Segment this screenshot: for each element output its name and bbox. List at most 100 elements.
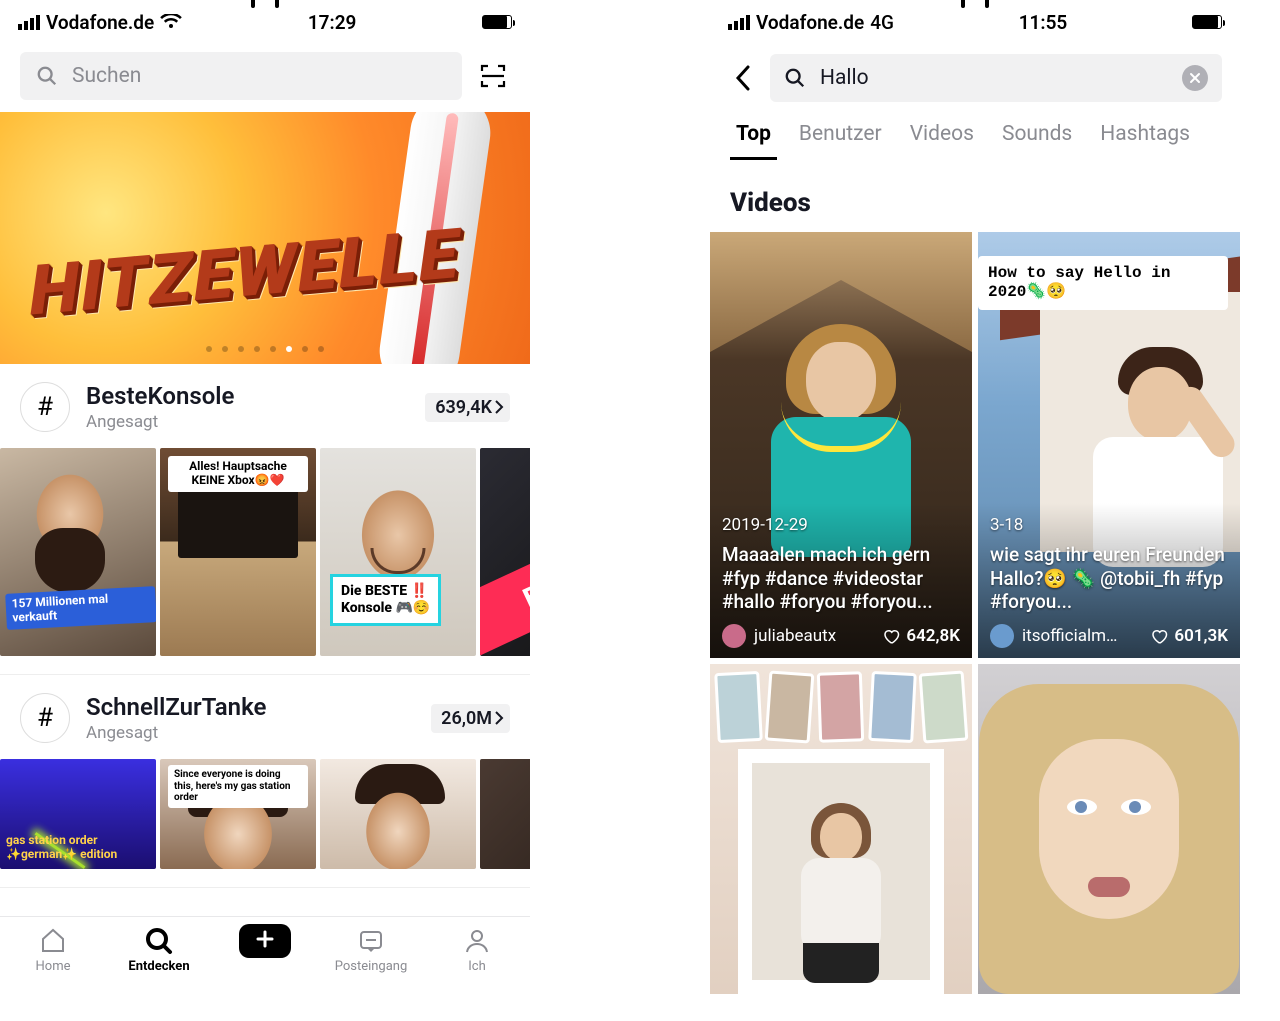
like-count: 601,3K: [1174, 626, 1228, 646]
hashtag-texts: SchnellZurTanke Angesagt: [86, 693, 415, 743]
search-row: Suchen: [0, 44, 530, 112]
video-date: 2019-12-29: [722, 515, 960, 535]
video-date: 3-18: [990, 515, 1228, 535]
back-button[interactable]: [728, 58, 758, 98]
thumb-caption: gas station order ✨german✨ edition: [6, 833, 156, 861]
search-input[interactable]: Hallo: [770, 54, 1222, 102]
nav-label: Entdecken: [128, 959, 189, 974]
video-thumb[interactable]: Since everyone is doing this, here's my …: [160, 759, 316, 869]
username: itsofficialm…: [1022, 626, 1117, 646]
username: juliabeautx: [754, 626, 836, 646]
status-left: Vodafone.de: [18, 11, 182, 34]
hashtag-count: 639,4K: [435, 397, 492, 418]
nav-discover[interactable]: Entdecken: [106, 927, 212, 974]
clock: 17:29: [308, 11, 357, 34]
phone-search: Vodafone.de 4G 11:55 Hallo Top Benutzer …: [710, 0, 1240, 1004]
notch-decor: [251, 0, 279, 8]
battery-icon: [482, 15, 512, 29]
clock: 11:55: [1019, 11, 1068, 34]
tab-sounds[interactable]: Sounds: [1002, 112, 1072, 160]
video-likes: 642,8K: [882, 626, 960, 646]
inbox-icon: [357, 927, 385, 955]
thumb-caption: Beste: [480, 515, 530, 656]
avatar: [990, 624, 1014, 648]
search-tabs: Top Benutzer Videos Sounds Hashtags: [710, 112, 1240, 160]
hashtag-thumbs: gas station order ✨german✨ edition Since…: [0, 743, 530, 887]
carrier-label: Vodafone.de: [756, 11, 864, 34]
phone-discover: Vodafone.de 17:29 Suchen HITZEWELLE: [0, 0, 530, 1004]
heart-icon: [882, 627, 900, 645]
nav-label: Ich: [468, 959, 486, 974]
video-caption: wie sagt ihr euren Freunden Hallo?🥺 🦠 @t…: [990, 543, 1228, 614]
hashtag-section: # BesteKonsole Angesagt 639,4K 157 Milli…: [0, 364, 530, 675]
profile-icon: [463, 927, 491, 955]
video-thumb[interactable]: 157 Millionen mal verkauft: [0, 448, 156, 656]
video-user[interactable]: juliabeautx: [722, 624, 836, 648]
nav-inbox[interactable]: Posteingang: [318, 927, 424, 974]
tab-top[interactable]: Top: [736, 112, 771, 160]
hero-banner[interactable]: HITZEWELLE: [0, 112, 530, 364]
section-title-videos: Videos: [710, 160, 1240, 232]
search-value: Hallo: [820, 66, 1168, 90]
avatar: [722, 624, 746, 648]
hashtag-header[interactable]: # BesteKonsole Angesagt 639,4K: [0, 382, 530, 432]
battery-icon: [1192, 15, 1222, 29]
video-thumb[interactable]: Alles! Hauptsache KEINE Xbox😡❤️: [160, 448, 316, 656]
video-overlay-text: How to say Hello in 2020🦠🥺: [978, 256, 1228, 310]
signal-icon: [18, 15, 40, 30]
hashtag-subtitle: Angesagt: [86, 723, 415, 743]
heart-icon: [1150, 627, 1168, 645]
video-user[interactable]: itsofficialm…: [990, 624, 1117, 648]
search-icon: [784, 67, 806, 89]
nav-create[interactable]: [212, 927, 318, 955]
hashtag-texts: BesteKonsole Angesagt: [86, 382, 409, 432]
nav-me[interactable]: Ich: [424, 927, 530, 974]
notch-decor: [961, 0, 989, 8]
video-thumb[interactable]: [320, 759, 476, 869]
thumb-caption: Since everyone is doing this, here's my …: [168, 765, 308, 808]
like-count: 642,8K: [906, 626, 960, 646]
home-icon: [39, 927, 67, 955]
video-card[interactable]: [978, 664, 1240, 994]
video-card[interactable]: How to say Hello in 2020🦠🥺 3-18 wie sagt…: [978, 232, 1240, 658]
hashtag-title: BesteKonsole: [86, 382, 409, 410]
nav-home[interactable]: Home: [0, 927, 106, 974]
hero-pagination: [206, 346, 324, 352]
tab-users[interactable]: Benutzer: [799, 112, 882, 160]
thumb-caption: Alles! Hauptsache KEINE Xbox😡❤️: [168, 456, 308, 492]
hashtag-count-button[interactable]: 639,4K: [425, 393, 510, 422]
hashtag-section: # SchnellZurTanke Angesagt 26,0M gas sta…: [0, 675, 530, 888]
hashtag-title: SchnellZurTanke: [86, 693, 415, 721]
hashtag-count-button[interactable]: 26,0M: [431, 704, 510, 733]
hashtag-count: 26,0M: [441, 708, 492, 729]
video-thumb[interactable]: gas station order ✨german✨ edition: [0, 759, 156, 869]
discover-scroll[interactable]: HITZEWELLE # BesteKonsole Angesagt 639,4…: [0, 112, 530, 1004]
video-card[interactable]: [710, 664, 972, 994]
tab-videos[interactable]: Videos: [910, 112, 974, 160]
carrier-label: Vodafone.de: [46, 11, 154, 34]
video-thumb[interactable]: Beste: [480, 448, 530, 656]
status-left: Vodafone.de 4G: [728, 11, 894, 34]
nav-label: Home: [36, 959, 71, 974]
nav-label: Posteingang: [335, 959, 408, 974]
thumb-caption: Die BESTE ‼️ Konsole 🎮☺️: [330, 574, 441, 626]
plus-icon: [239, 927, 291, 955]
video-likes: 601,3K: [1150, 626, 1228, 646]
hashtag-header[interactable]: # SchnellZurTanke Angesagt 26,0M: [0, 693, 530, 743]
tab-hashtags[interactable]: Hashtags: [1100, 112, 1190, 160]
network-label: 4G: [870, 11, 894, 34]
search-placeholder: Suchen: [72, 64, 141, 88]
qr-scan-button[interactable]: [476, 59, 510, 93]
search-input[interactable]: Suchen: [20, 52, 462, 100]
clear-search-button[interactable]: [1182, 65, 1208, 91]
signal-icon: [728, 15, 750, 30]
search-icon: [145, 927, 173, 955]
video-card[interactable]: 2019-12-29 Maaaalen mach ich gern #fyp #…: [710, 232, 972, 658]
wifi-icon: [160, 14, 182, 30]
video-thumb[interactable]: [480, 759, 530, 869]
bottom-nav: Home Entdecken Posteingang Ich: [0, 916, 530, 1004]
hashtag-subtitle: Angesagt: [86, 412, 409, 432]
thumb-caption: 157 Millionen mal verkauft: [5, 587, 156, 630]
video-thumb[interactable]: Die BESTE ‼️ Konsole 🎮☺️: [320, 448, 476, 656]
search-row: Hallo: [710, 44, 1240, 112]
